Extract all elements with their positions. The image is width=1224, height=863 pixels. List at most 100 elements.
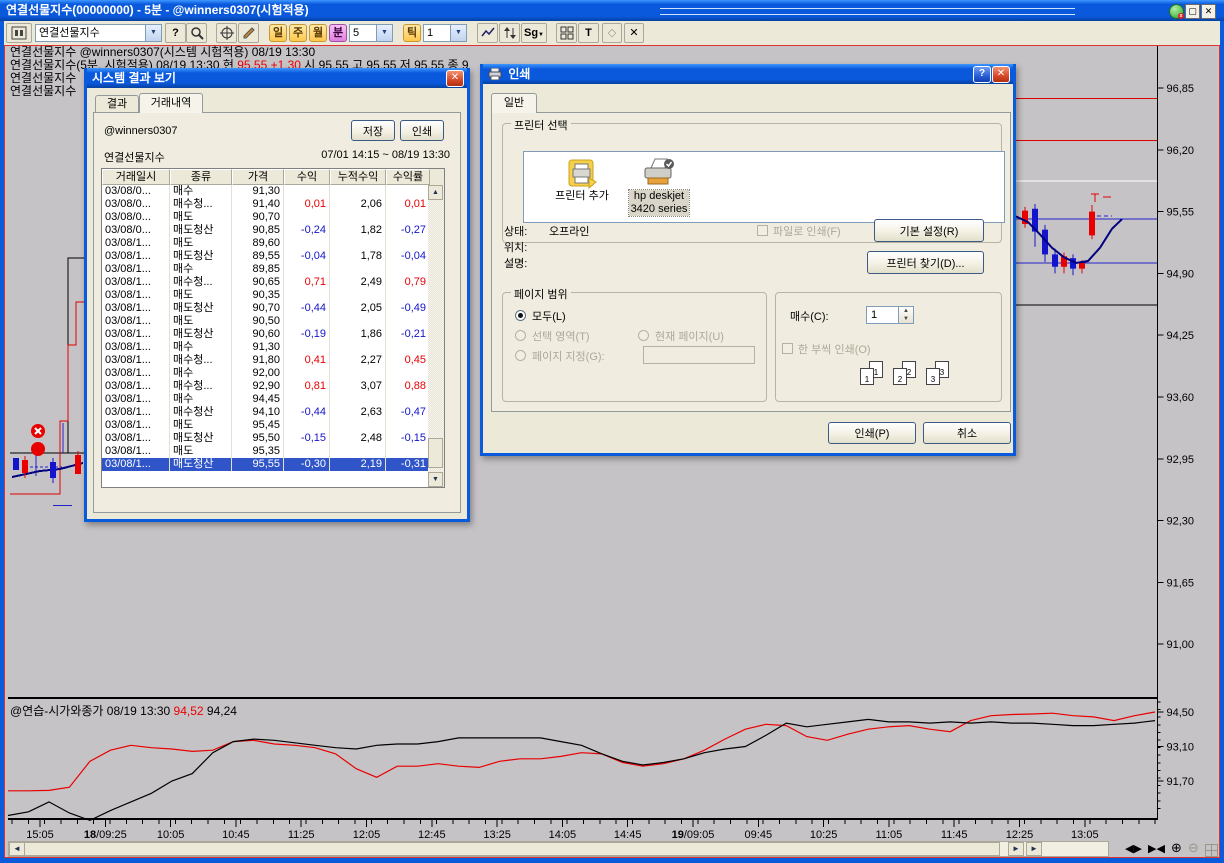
- table-row[interactable]: 03/08/1...매수94,45: [102, 393, 428, 406]
- table-row[interactable]: 03/08/1...매도95,45: [102, 419, 428, 432]
- collate-checkbox[interactable]: [782, 343, 793, 354]
- spinner-arrows-icon[interactable]: ▲▼: [898, 307, 913, 323]
- table-row[interactable]: 03/08/1...매도청산95,55-0,302,19-0,31: [102, 458, 428, 471]
- column-header[interactable]: 수익: [284, 169, 330, 185]
- text-tool-button[interactable]: T: [578, 23, 599, 43]
- scroll-up-icon[interactable]: ▲: [428, 185, 443, 200]
- tick-button[interactable]: 틱: [403, 24, 421, 42]
- horizontal-scrollbar[interactable]: ◄ ► ►: [8, 841, 1109, 857]
- line-chart-icon[interactable]: [477, 23, 498, 43]
- column-header[interactable]: 수익률: [386, 169, 430, 185]
- printer-item-hp[interactable]: hp deskjet3420 series: [619, 158, 699, 216]
- period-day-button[interactable]: 일: [269, 24, 287, 42]
- scroll-page-icon[interactable]: ►: [1026, 842, 1042, 856]
- preferences-button[interactable]: 기본 설정(R): [874, 219, 984, 242]
- table-cell: [386, 393, 428, 406]
- table-row[interactable]: 03/08/1...매도90,35: [102, 289, 428, 302]
- scrollbar-thumb[interactable]: [25, 842, 1000, 856]
- quote-window-icon[interactable]: [6, 23, 32, 43]
- diamond-icon[interactable]: ◇: [602, 23, 622, 43]
- printer-list[interactable]: 프린터 추가 hp deskjet3420 series: [523, 151, 1005, 223]
- tab-trade-history[interactable]: 거래내역: [139, 93, 203, 113]
- table-cell: [386, 419, 428, 432]
- period-minute-button[interactable]: 분: [329, 24, 347, 42]
- scroll-left-icon[interactable]: ◄: [9, 842, 25, 856]
- table-row[interactable]: 03/08/1...매도청산90,60-0,191,86-0,21: [102, 328, 428, 341]
- chevron-down-icon[interactable]: ▼: [450, 25, 466, 41]
- radio-current-page[interactable]: [638, 330, 649, 341]
- copies-spinner[interactable]: 1 ▲▼: [866, 306, 914, 324]
- print-confirm-button[interactable]: 인쇄(P): [828, 422, 916, 444]
- results-dialog-titlebar[interactable]: 시스템 결과 보기 ✕: [87, 68, 467, 88]
- table-row[interactable]: 03/08/1...매도청산95,50-0,152,48-0,15: [102, 432, 428, 445]
- column-header[interactable]: 거래일시: [102, 169, 170, 185]
- period-week-button[interactable]: 주: [289, 24, 307, 42]
- page-range-group: 페이지 범위 모두(L) 선택 영역(T) 현재 페이지(U) 페이지 지정(G…: [502, 292, 767, 402]
- table-row[interactable]: 03/08/1...매도89,60: [102, 237, 428, 250]
- table-row[interactable]: 03/08/1...매수청...91,800,412,270,45: [102, 354, 428, 367]
- column-header[interactable]: 가격: [232, 169, 284, 185]
- tick-combo[interactable]: 1 ▼: [423, 24, 467, 42]
- table-row[interactable]: 03/08/1...매도청산89,55-0,041,78-0,04: [102, 250, 428, 263]
- print-to-file-checkbox[interactable]: [757, 225, 768, 236]
- title-grip[interactable]: [660, 8, 1075, 15]
- cancel-button[interactable]: 취소: [923, 422, 1011, 444]
- table-row[interactable]: 03/08/1...매도90,50: [102, 315, 428, 328]
- period-month-button[interactable]: 월: [309, 24, 327, 42]
- close-button[interactable]: ✕: [1201, 4, 1216, 19]
- chevron-down-icon[interactable]: ▼: [376, 25, 392, 41]
- zoom-out-icon[interactable]: ⊖: [1188, 840, 1199, 855]
- column-header[interactable]: 종류: [170, 169, 232, 185]
- chevron-down-icon[interactable]: ▼: [145, 25, 161, 41]
- expand-horizontal-icon[interactable]: ◀▶: [1125, 842, 1142, 857]
- find-printer-button[interactable]: 프린터 찾기(D)...: [867, 251, 984, 274]
- radio-pages[interactable]: [515, 350, 526, 361]
- table-cell: 03/08/1...: [102, 328, 170, 341]
- pencil-icon[interactable]: [238, 23, 259, 43]
- table-row[interactable]: 03/08/1...매도청산90,70-0,442,05-0,49: [102, 302, 428, 315]
- save-button[interactable]: 저장: [351, 120, 395, 141]
- close-icon[interactable]: ✕: [446, 70, 464, 87]
- minute-combo[interactable]: 5 ▼: [349, 24, 393, 42]
- sg-tool-button[interactable]: Sg▼: [521, 23, 547, 43]
- table-row[interactable]: 03/08/0...매수91,30: [102, 185, 428, 198]
- table-row[interactable]: 03/08/1...매수청...90,650,712,490,79: [102, 276, 428, 289]
- radio-selection[interactable]: [515, 330, 526, 341]
- zoom-in-icon[interactable]: ⊕: [1171, 840, 1182, 855]
- close-icon[interactable]: ✕: [992, 66, 1010, 83]
- table-row[interactable]: 03/08/0...매수청...91,400,012,060,01: [102, 198, 428, 211]
- table-row[interactable]: 03/08/0...매도90,70: [102, 211, 428, 224]
- pages-input[interactable]: [643, 346, 755, 364]
- scroll-down-icon[interactable]: ▼: [428, 472, 443, 487]
- table-row[interactable]: 03/08/0...매도청산90,85-0,241,82-0,27: [102, 224, 428, 237]
- radio-all[interactable]: [515, 310, 526, 321]
- table-row[interactable]: 03/08/1...매수91,30: [102, 341, 428, 354]
- window-titlebar[interactable]: 연결선물지수(00000000) - 5분 - @winners0307(시험적…: [0, 0, 1224, 21]
- table-row[interactable]: 03/08/1...매수청산94,10-0,442,63-0,47: [102, 406, 428, 419]
- table-row[interactable]: 03/08/1...매수89,85: [102, 263, 428, 276]
- help-button[interactable]: ?: [165, 23, 186, 43]
- print-button[interactable]: 인쇄: [400, 120, 444, 141]
- crosshair-icon[interactable]: [216, 23, 237, 43]
- symbol-combo[interactable]: 연결선물지수 ▼: [35, 24, 162, 42]
- tab-result[interactable]: 결과: [95, 95, 139, 113]
- column-header[interactable]: 누적수익: [330, 169, 386, 185]
- scroll-right-icon[interactable]: ►: [1008, 842, 1024, 856]
- print-dialog-titlebar[interactable]: 인쇄 ? ✕: [483, 64, 1013, 84]
- printer-item-add[interactable]: 프린터 추가: [542, 158, 622, 203]
- table-scrollbar-thumb[interactable]: [428, 438, 443, 468]
- network-status-icon[interactable]: x: [1169, 4, 1184, 19]
- search-icon[interactable]: [186, 23, 207, 43]
- help-icon[interactable]: ?: [973, 66, 991, 83]
- updown-arrows-icon[interactable]: [499, 23, 520, 43]
- grid-icon[interactable]: [1205, 844, 1218, 857]
- go-to-end-icon[interactable]: ▶◀: [1148, 842, 1165, 857]
- table-row[interactable]: 03/08/1...매도95,35: [102, 445, 428, 458]
- table-row[interactable]: 03/08/1...매수청...92,900,813,070,88: [102, 380, 428, 393]
- maximize-button[interactable]: ▢: [1185, 4, 1200, 19]
- close-chart-button[interactable]: ✕: [624, 23, 644, 43]
- tab-general[interactable]: 일반: [491, 93, 537, 113]
- table-scrollbar[interactable]: ▲ ▼: [428, 185, 444, 487]
- grid-layout-icon[interactable]: [556, 23, 577, 43]
- table-row[interactable]: 03/08/1...매수92,00: [102, 367, 428, 380]
